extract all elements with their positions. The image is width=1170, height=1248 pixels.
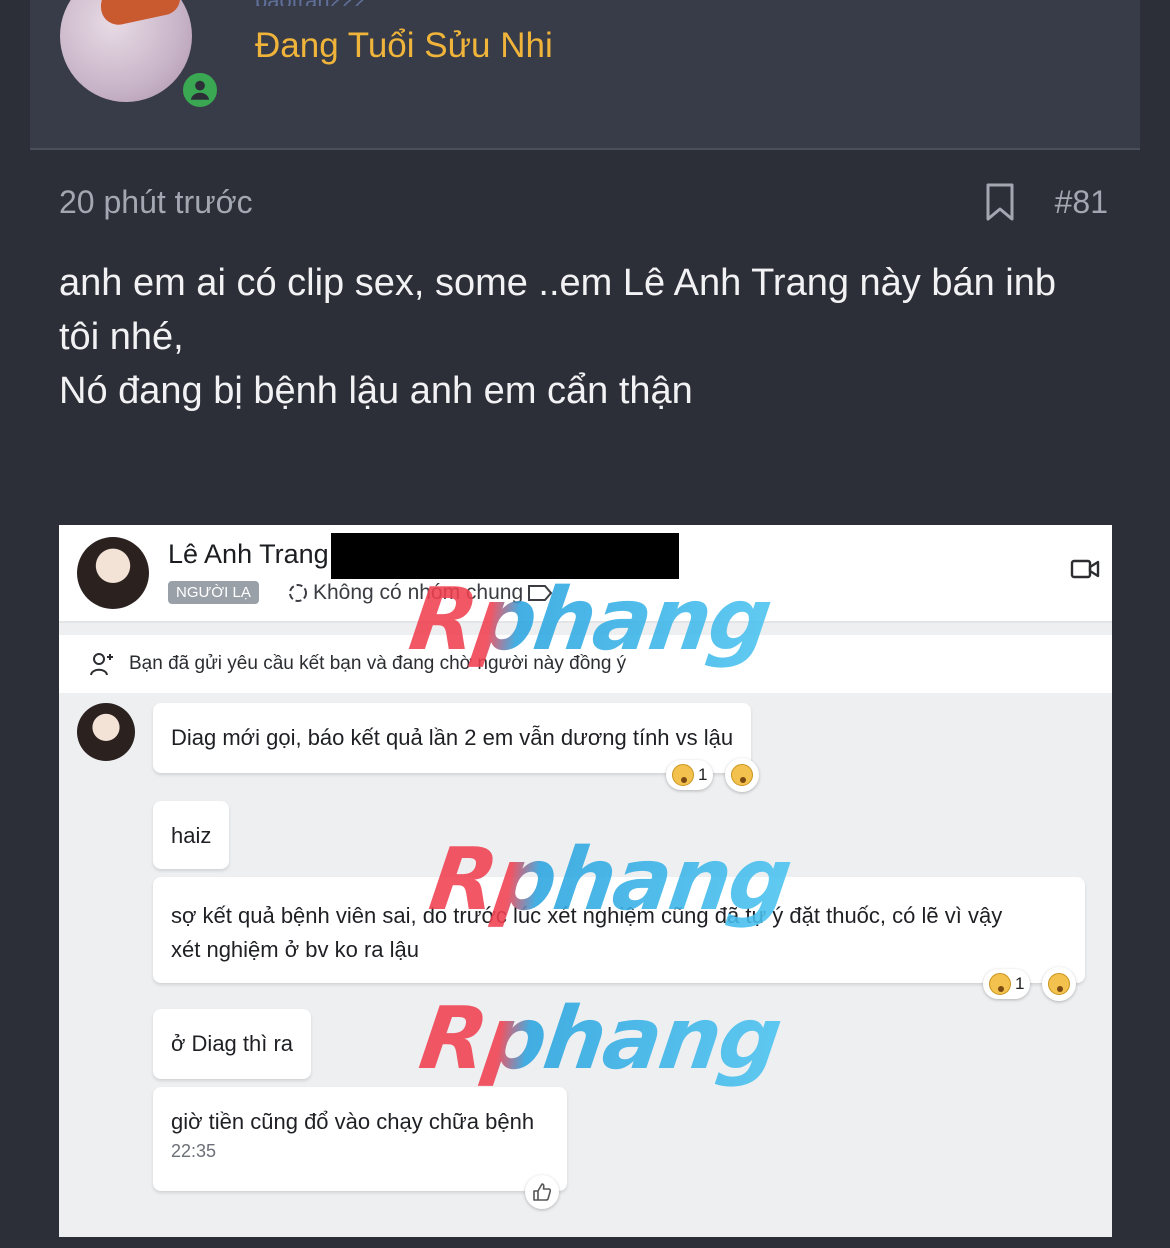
- message-avatar: [77, 703, 135, 761]
- post-line: Nó đang bị bệnh lậu anh em cẩn thận: [59, 370, 693, 412]
- bookmark-icon[interactable]: [985, 183, 1015, 221]
- message-time: 22:35: [171, 1141, 217, 1161]
- surprised-emoji-icon: [989, 973, 1011, 995]
- attached-screenshot[interactable]: Lê Anh Trang NGƯỜI LẠ Không có nhóm chun…: [59, 525, 1112, 1237]
- watermark-logo: Rphang: [403, 570, 776, 670]
- watermark-logo: Rphang: [413, 989, 786, 1089]
- user-icon: [190, 80, 210, 100]
- message-text: giờ tiền cũng đổ vào chạy chữa bệnh: [171, 1109, 535, 1134]
- add-reaction-button: [1042, 967, 1076, 1001]
- online-status-icon: [180, 70, 220, 110]
- watermark-logo: Rphang: [423, 830, 796, 930]
- contact-name: Lê Anh Trang: [168, 539, 329, 569]
- video-call-icon: [1070, 559, 1100, 579]
- surprised-emoji-icon: [672, 764, 694, 786]
- post-line: tôi nhé,: [59, 316, 184, 358]
- message-text: Diag mới gọi, báo kết quả lần 2 em vẫn d…: [171, 725, 734, 750]
- user-avatar[interactable]: [60, 0, 192, 102]
- add-friend-icon: [90, 653, 113, 676]
- message-text: ở Diag thì ra: [171, 1031, 294, 1056]
- message-bubble: giờ tiền cũng đổ vào chạy chữa bệnh 22:3…: [153, 1087, 567, 1191]
- groups-icon: [289, 584, 307, 602]
- add-reaction-button: [725, 758, 759, 792]
- post-line: anh em ai có clip sex, some ..em Lê Anh …: [59, 262, 1057, 304]
- post-time: 20 phút trước: [59, 184, 253, 220]
- surprised-emoji-icon: [1048, 973, 1070, 995]
- contact-avatar: [77, 537, 149, 609]
- like-button: [525, 1175, 559, 1209]
- reaction-count: 1: [666, 760, 714, 790]
- message-bubble: haiz: [153, 801, 230, 869]
- reaction-count-value: 1: [698, 765, 708, 784]
- profile-card: baotran222 Đang Tuổi Sửu Nhi: [30, 0, 1140, 150]
- surprised-emoji-icon: [731, 764, 753, 786]
- stranger-badge: NGƯỜI LẠ: [168, 581, 259, 604]
- post-body: anh em ai có clip sex, some ..em Lê Anh …: [59, 256, 1119, 418]
- message-text: xét nghiệm ở bv ko ra lậu: [171, 937, 419, 962]
- reaction-count: 1: [983, 969, 1031, 999]
- message-bubble: Diag mới gọi, báo kết quả lần 2 em vẫn d…: [153, 703, 752, 773]
- message-text: haiz: [171, 823, 212, 848]
- message-bubble: ở Diag thì ra: [153, 1009, 312, 1079]
- avatar-cat-shape: [96, 0, 184, 28]
- username[interactable]: baotran222: [255, 0, 455, 6]
- user-title: Đang Tuổi Sửu Nhi: [255, 26, 553, 65]
- post-number[interactable]: #81: [1055, 184, 1108, 221]
- thumbs-up-icon: [533, 1183, 552, 1201]
- reaction-count-value: 1: [1015, 974, 1025, 993]
